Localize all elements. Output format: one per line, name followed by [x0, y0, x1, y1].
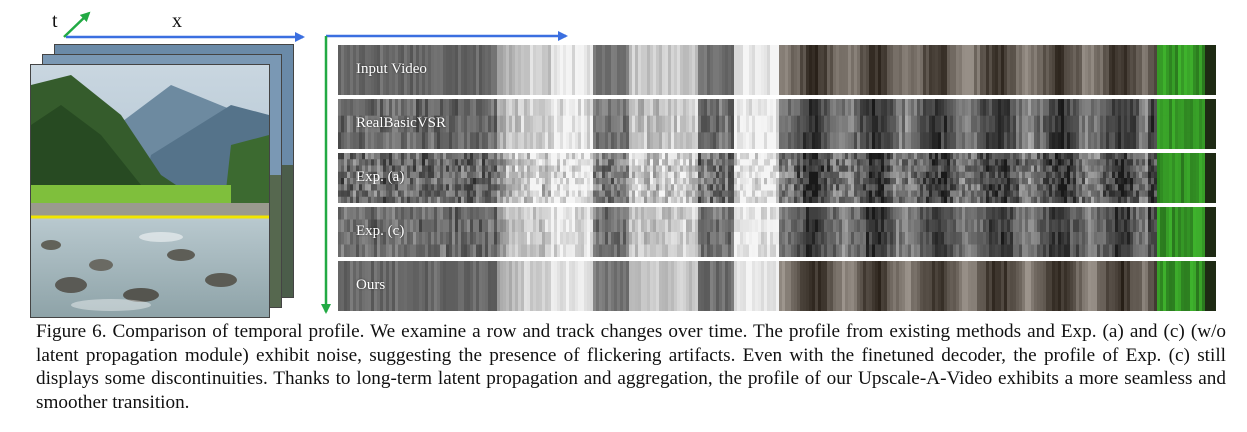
profile-realbasicvsr: RealBasicVSR	[338, 99, 1216, 149]
profile-input-video: Input Video	[338, 45, 1216, 95]
row-label: Exp. (a)	[356, 169, 405, 185]
video-frames	[26, 44, 296, 318]
figure: t x Input Video RealBasicVSR Exp. (a) Ex…	[0, 0, 1247, 320]
profile-ours: Ours	[338, 261, 1216, 311]
figure-caption: Figure 6. Comparison of temporal profile…	[36, 321, 1226, 413]
row-label: Ours	[356, 277, 386, 293]
temporal-profiles: Input Video RealBasicVSR Exp. (a) Exp. (…	[338, 45, 1216, 313]
profile-exp-a: Exp. (a)	[338, 153, 1216, 203]
row-label: Exp. (c)	[356, 223, 405, 239]
row-label: Input Video	[356, 61, 427, 77]
profile-exp-c: Exp. (c)	[338, 207, 1216, 257]
row-label: RealBasicVSR	[356, 115, 446, 131]
t-arrow-icon	[63, 11, 91, 38]
video-frame-front	[30, 64, 270, 318]
